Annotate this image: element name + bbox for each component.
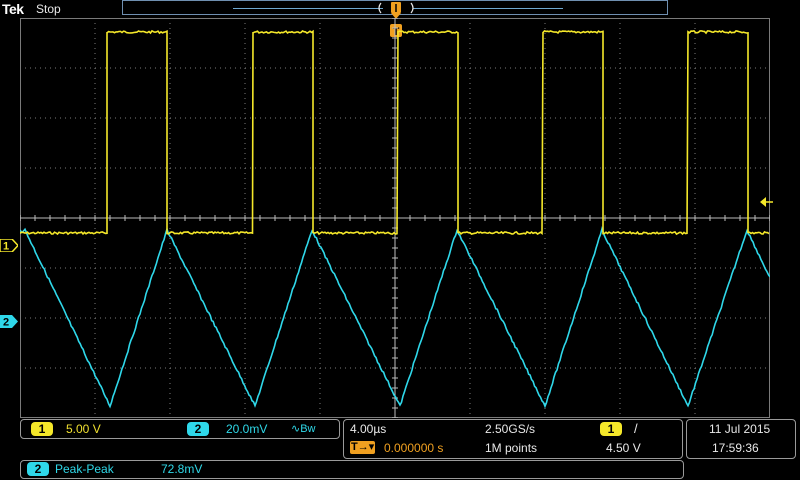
ch1-ground-marker[interactable]: 1	[0, 239, 18, 252]
svg-text:2: 2	[3, 317, 9, 329]
datetime-panel: 11 Jul 2015 17:59:36	[686, 419, 796, 459]
measurement-panel[interactable]: 2 Peak-Peak 72.8mV	[20, 460, 684, 479]
graticule	[20, 18, 770, 418]
horizontal-delay[interactable]: 0.000000 s	[384, 441, 443, 455]
trigger-level[interactable]: 4.50 V	[606, 441, 641, 455]
delay-icon: T→▾	[350, 441, 376, 454]
measurement-channel-badge: 2	[27, 462, 49, 476]
sample-rate: 2.50GS/s	[485, 422, 536, 436]
ch1-scale[interactable]: 5.00 V	[66, 422, 101, 436]
ch2-ground-marker[interactable]: 2	[0, 315, 18, 328]
ch2-scale[interactable]: 20.0mV	[226, 422, 267, 436]
measurement-value: 72.8mV	[161, 462, 203, 476]
trigger-level-arrow-icon[interactable]	[760, 196, 774, 208]
center-axes	[20, 18, 770, 418]
ch2-badge[interactable]: 2	[187, 422, 209, 436]
measurement-type: Peak-Peak	[55, 462, 114, 476]
date: 11 Jul 2015	[709, 422, 771, 436]
timebase-trigger-panel[interactable]: 4.00µs 2.50GS/s T→▾ 0.000000 s 1M points…	[343, 419, 683, 459]
trigger-source-badge[interactable]: 1	[600, 422, 622, 436]
svg-text:1: 1	[3, 241, 9, 253]
trigger-slope-icon[interactable]: /	[634, 421, 638, 436]
horizontal-scale[interactable]: 4.00µs	[350, 422, 386, 436]
channel-settings-panel[interactable]: 1 5.00 V 2 20.0mV ∿Bw	[20, 419, 340, 439]
time: 17:59:36	[712, 441, 759, 455]
top-bar: Tek Stop T	[0, 0, 800, 38]
bandwidth-limit-icon: ∿Bw	[291, 423, 316, 435]
waveform-display[interactable]	[20, 18, 770, 418]
ch1-badge[interactable]: 1	[31, 422, 53, 436]
record-length[interactable]: 1M points	[485, 441, 537, 455]
